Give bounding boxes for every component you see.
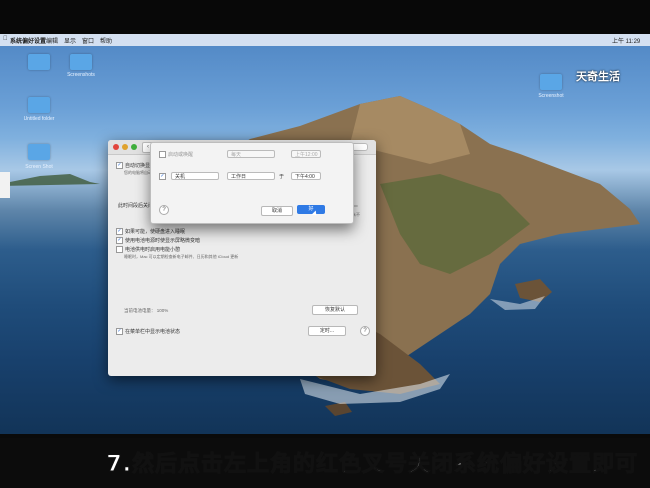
desktop-folder-icon[interactable] — [70, 54, 92, 70]
desktop-icon-label: Untitled folder — [23, 116, 55, 122]
show-battery-status-checkbox[interactable]: ✓ 在菜单栏中显示电池状态 — [116, 328, 180, 336]
menu-edit[interactable]: 编辑 — [46, 36, 58, 45]
dim-display-checkbox[interactable]: ✓ 使用电池电源时使显示屏略微变暗 — [116, 237, 200, 245]
menu-view[interactable]: 显示 — [64, 36, 76, 45]
desktop-icon-label: Screen Shot — [25, 164, 53, 170]
subtitle-bar: 7.然后点击左上角的红色叉号关闭系统偏好设置即可 — [0, 438, 650, 488]
wake-day-select[interactable]: 每天 — [227, 150, 275, 158]
schedule-sheet: 启动或唤醒 每天 上午12:00 ✓ 关机 工作日 于 下午4:00 ? 取消 … — [150, 142, 354, 224]
help-button[interactable]: ? — [360, 326, 370, 336]
menu-clock[interactable]: 上午 11:29 — [612, 36, 640, 45]
menu-help[interactable]: 帮助 — [100, 36, 112, 45]
help-button[interactable]: ? — [159, 205, 169, 215]
power-nap-checkbox[interactable]: 电池供电时启用电能小憩 — [116, 246, 180, 254]
subtitle-text: 7.然后点击左上角的红色叉号关闭系统偏好设置即可 — [106, 452, 638, 478]
zoom-icon[interactable] — [131, 144, 137, 150]
shutdown-checkbox[interactable]: ✓ — [159, 173, 168, 180]
restore-defaults-button[interactable]: 恢复默认 — [312, 305, 358, 315]
menu-app-name[interactable]: 系统偏好设置 — [10, 36, 46, 45]
desktop-folder-icon[interactable] — [28, 144, 50, 160]
day-select[interactable]: 工作日 — [227, 172, 275, 180]
desktop-file-thumbnail[interactable] — [0, 172, 10, 198]
watermark-logo: 天奇生活 — [576, 71, 620, 83]
desktop-folder-icon[interactable] — [28, 97, 50, 113]
menu-bar:  系统偏好设置 编辑 显示 窗口 帮助 上午 11:29 — [0, 34, 650, 46]
at-label: 于 — [279, 174, 285, 180]
start-or-wake-checkbox[interactable]: 启动或唤醒 — [159, 151, 193, 159]
wake-time-field[interactable]: 上午12:00 — [291, 150, 321, 158]
cancel-button[interactable]: 取消 — [261, 206, 293, 216]
battery-level-label: 当前电池电量： 100% — [124, 308, 169, 313]
battery-level-value: 100% — [156, 308, 169, 313]
power-nap-desc: 睡眠时，Mac 可以定期检查新电子邮件、日历和其他 iCloud 更新 — [124, 254, 239, 259]
desktop-folder-icon[interactable] — [540, 74, 562, 90]
desktop-icon-label: Screenshot — [538, 93, 564, 99]
desktop-folder-icon[interactable] — [28, 54, 50, 70]
close-icon[interactable] — [113, 144, 119, 150]
desktop-icon-label: Screenshots — [67, 72, 95, 78]
apple-menu-icon[interactable]:  — [3, 36, 8, 42]
schedule-button[interactable]: 定时... — [308, 326, 346, 336]
video-top-bar — [0, 0, 650, 34]
hard-disk-sleep-checkbox[interactable]: ✓ 如果可能，使硬盘进入睡眠 — [116, 228, 185, 236]
menu-window[interactable]: 窗口 — [82, 36, 94, 45]
ok-button[interactable]: 好 — [297, 205, 325, 214]
action-select[interactable]: 关机 — [171, 172, 219, 180]
minimize-icon[interactable] — [122, 144, 128, 150]
shutdown-time-field[interactable]: 下午4:00 — [291, 172, 321, 180]
